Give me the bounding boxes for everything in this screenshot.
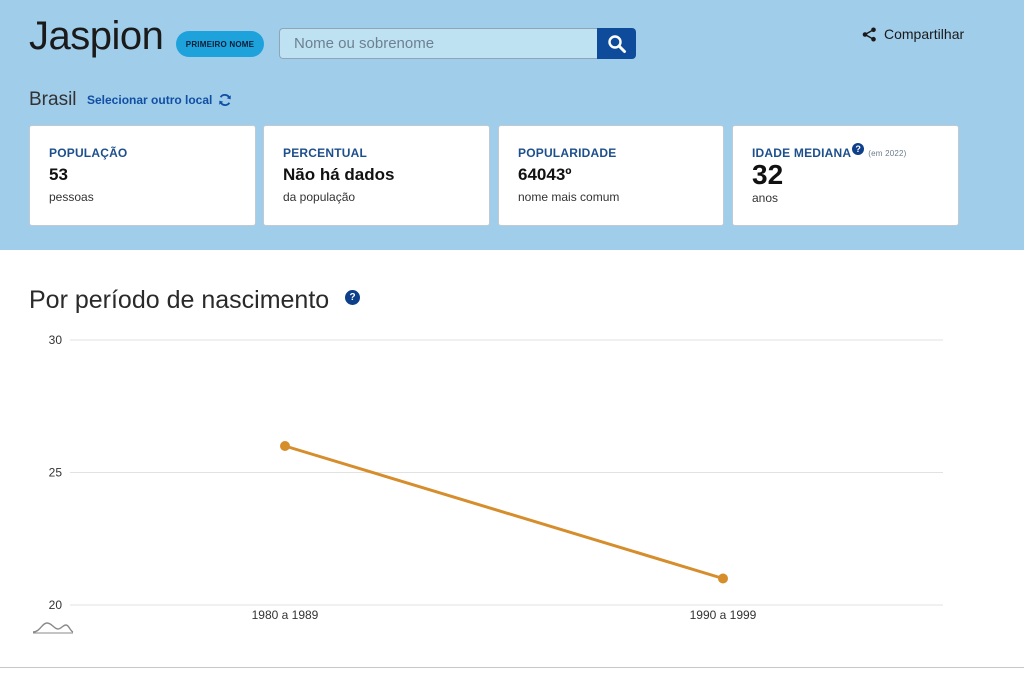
card-percentage: PERCENTUAL Não há dados da população (263, 125, 490, 226)
chart-series-line (284, 444, 724, 580)
chart-point[interactable] (718, 573, 728, 584)
chart-x-tick-label: 1980 a 1989 (252, 608, 319, 622)
search-input[interactable] (279, 28, 599, 59)
change-location-label: Selecionar outro local (87, 93, 213, 107)
year-note: (em 2022) (868, 148, 907, 158)
card-popularity: POPULARIDADE 64043º nome mais comum (498, 125, 724, 226)
card-subtitle: da população (283, 190, 356, 204)
card-median-age: IDADE MEDIANA ? (em 2022) 32 anos (732, 125, 959, 226)
chart-y-tick-label: 25 (49, 466, 63, 480)
chart-x-tick-label: 1990 a 1999 (690, 608, 757, 622)
card-label: IDADE MEDIANA (752, 146, 852, 160)
card-value: Não há dados (283, 165, 395, 184)
chart-y-tick-label: 20 (49, 598, 63, 612)
chart-series (280, 441, 728, 584)
share-button[interactable]: Compartilhar (862, 26, 964, 42)
change-location-link[interactable]: Selecionar outro local (87, 93, 232, 107)
location-label: Brasil (29, 89, 77, 110)
card-subtitle: pessoas (49, 190, 94, 204)
card-subtitle: anos (752, 191, 779, 205)
chart-point[interactable] (280, 441, 290, 451)
search-icon (607, 34, 626, 53)
card-label: POPULARIDADE (518, 146, 617, 160)
search-button[interactable] (597, 28, 636, 59)
name-title: Jaspion (29, 14, 164, 58)
share-icon (862, 27, 876, 41)
card-label: PERCENTUAL (283, 146, 368, 160)
refresh-icon (219, 94, 232, 106)
hero-panel: Jaspion PRIMEIRO NOME Compartilhar Brasi… (0, 0, 1024, 250)
card-label: POPULAÇÃO (49, 146, 128, 160)
card-value: 64043º (518, 165, 572, 184)
birth-period-chart: 20 25 30 1980 a 1989 1990 a 1999 (32, 333, 943, 634)
share-label: Compartilhar (884, 26, 965, 42)
chart-x-ticks: 1980 a 1989 1990 a 1999 (252, 608, 757, 622)
wave-logo-icon (32, 622, 74, 634)
card-population: POPULAÇÃO 53 pessoas (29, 125, 256, 226)
chart-y-tick-label: 30 (49, 333, 63, 347)
card-subtitle: nome mais comum (518, 190, 620, 204)
card-value: 32 (752, 159, 784, 190)
chart-y-ticks: 20 25 30 (49, 333, 63, 612)
name-type-badge: PRIMEIRO NOME (176, 31, 264, 57)
help-icon[interactable]: ? (852, 143, 865, 155)
section-title: Por período de nascimento (29, 286, 330, 314)
card-value: 53 (49, 165, 68, 184)
bottom-divider (0, 667, 1024, 668)
card-label-row: IDADE MEDIANA ? (em 2022) (752, 143, 939, 160)
chart-gridlines (70, 339, 943, 606)
help-icon[interactable]: ? (345, 290, 360, 305)
